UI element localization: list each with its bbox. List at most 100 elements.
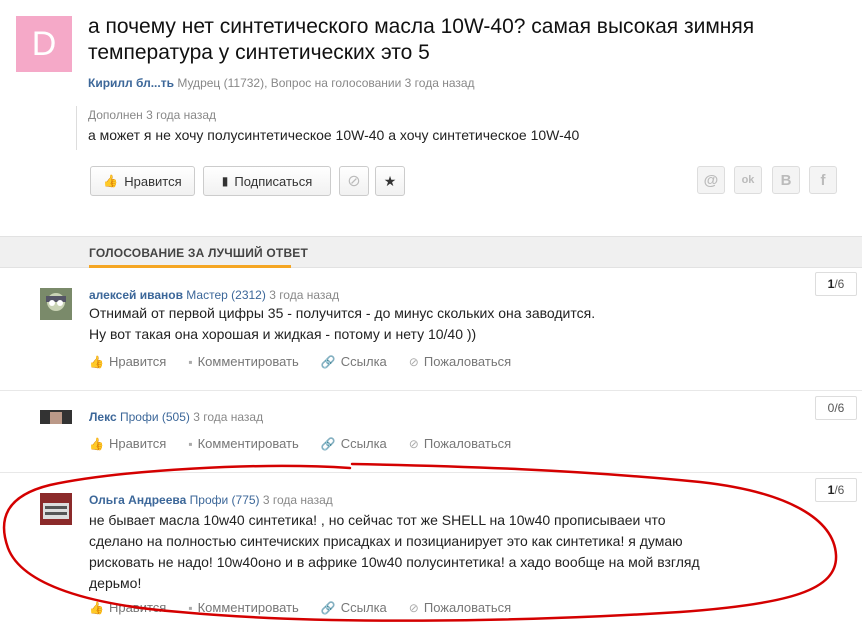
answer-line: Ну вот такая она хорошая и жидкая - пото… <box>89 326 477 342</box>
share-mail-button[interactable]: @ <box>697 166 725 194</box>
vote-counter[interactable]: 1/6 <box>815 478 857 502</box>
action-label: Пожаловаться <box>423 600 512 615</box>
answer-line: Отнимай от первой цифры 35 - получится -… <box>89 305 596 321</box>
answer-comment-button[interactable]: ▪ Комментировать <box>188 436 298 451</box>
answer-comment-button[interactable]: ▪ Комментировать <box>188 354 298 369</box>
avatar-image <box>40 288 72 320</box>
action-label: Ссылка <box>340 354 387 369</box>
facebook-icon: f <box>820 171 826 189</box>
comment-icon: ▪ <box>188 600 193 615</box>
link-icon: 🔗 <box>320 600 336 615</box>
voting-section-header: Голосование за лучший ответ <box>0 236 862 268</box>
thumbs-up-icon: 👍 <box>103 174 119 188</box>
thumbs-up-icon: 👍 <box>89 436 104 451</box>
question-meta: Кирилл бл...ть Мудрец (11732), Вопрос на… <box>88 76 475 90</box>
link-icon: 🔗 <box>320 436 336 451</box>
answer-line: рисковать не надо! 10w40оно и в африке 1… <box>89 554 700 570</box>
addition-text: а может я не хочу полусинтетическое 10W-… <box>88 127 580 143</box>
answer-line: дерьмо! <box>89 575 142 591</box>
vote-counter[interactable]: 1/6 <box>815 272 857 296</box>
question-author-avatar[interactable]: D <box>16 16 72 72</box>
bookmark-icon: ▮ <box>221 174 229 188</box>
link-icon: 🔗 <box>320 354 336 369</box>
answer-text: Отнимай от первой цифры 35 - получится -… <box>89 303 595 345</box>
answer-text: не бывает масла 10w40 синтетика! , но се… <box>89 510 700 594</box>
answer-actions: 👍 Нравится ▪ Комментировать 🔗 Ссылка ⊘ Пожал… <box>89 354 533 369</box>
answer-header: Ольга Андреева Профи (775) 3 года назад <box>89 493 333 507</box>
vote-total: /6 <box>834 401 845 415</box>
report-icon: ⊘ <box>408 436 419 451</box>
answer-header: Лекс Профи (505) 3 года назад <box>89 410 263 424</box>
answer-author[interactable]: Лекс <box>89 410 117 424</box>
vk-icon: B <box>780 171 792 189</box>
addition-label: Дополнен 3 года назад <box>88 108 216 122</box>
action-label: Пожаловаться <box>423 354 512 369</box>
vote-total: /6 <box>834 277 845 291</box>
answer-link-button[interactable]: 🔗 Ссылка <box>321 436 387 451</box>
ban-button[interactable]: ⊘ <box>339 166 369 196</box>
vote-count: 1 <box>827 483 835 497</box>
avatar[interactable] <box>40 410 72 424</box>
avatar-image <box>40 410 72 424</box>
section-underline <box>89 265 291 268</box>
answer-author[interactable]: алексей иванов <box>89 288 183 302</box>
subscribe-button[interactable]: ▮ Подписаться <box>203 166 331 196</box>
comment-icon: ▪ <box>188 354 193 369</box>
answer-author[interactable]: Ольга Андреева <box>89 493 186 507</box>
like-button[interactable]: 👍 Нравится <box>90 166 195 196</box>
action-label: Комментировать <box>197 436 299 451</box>
answer-like-button[interactable]: 👍 Нравится <box>89 600 166 615</box>
answer-comment-button[interactable]: ▪ Комментировать <box>188 600 298 615</box>
vote-count: 1 <box>827 277 835 291</box>
vote-count: 0 <box>827 401 835 415</box>
avatar-image <box>40 493 72 525</box>
action-label: Ссылка <box>340 600 387 615</box>
share-vk-button[interactable]: B <box>772 166 800 194</box>
report-icon: ⊘ <box>408 354 419 369</box>
answer-like-button[interactable]: 👍 Нравится <box>89 354 166 369</box>
answer-report-button[interactable]: ⊘ Пожаловаться <box>409 436 511 451</box>
answer-line: не бывает масла 10w40 синтетика! , но се… <box>89 512 666 528</box>
thumbs-up-icon: 👍 <box>89 354 104 369</box>
answer-actions: 👍 Нравится ▪ Комментировать 🔗 Ссылка ⊘ Пожал… <box>89 600 533 615</box>
answer-link-button[interactable]: 🔗 Ссылка <box>321 354 387 369</box>
action-label: Нравится <box>108 436 167 451</box>
answer-actions: 👍 Нравится ▪ Комментировать 🔗 Ссылка ⊘ Пожал… <box>89 436 533 451</box>
divider <box>0 472 862 473</box>
answer-header: алексей иванов Мастер (2312) 3 года наза… <box>89 288 339 302</box>
answer-rank: Профи (505) <box>119 410 190 424</box>
favorite-button[interactable]: ★ <box>375 166 405 196</box>
vote-counter[interactable]: 0/6 <box>815 396 857 420</box>
question-title: а почему нет синтетического масла 10W-40… <box>88 15 755 64</box>
answer-report-button[interactable]: ⊘ Пожаловаться <box>409 600 511 615</box>
answer-line: сделано на полностью синтечиских присадк… <box>89 533 683 549</box>
question-author-link[interactable]: Кирилл бл...ть <box>88 76 174 90</box>
answer-like-button[interactable]: 👍 Нравится <box>89 436 166 451</box>
avatar[interactable] <box>40 288 72 320</box>
action-label: Нравится <box>108 354 167 369</box>
share-ok-button[interactable]: ok <box>734 166 762 194</box>
question-meta-text: Мудрец (11732), Вопрос на голосовании 3 … <box>177 76 475 90</box>
action-label: Ссылка <box>340 436 387 451</box>
comment-icon: ▪ <box>188 436 193 451</box>
answer-report-button[interactable]: ⊘ Пожаловаться <box>409 354 511 369</box>
like-label: Нравится <box>124 173 182 189</box>
avatar[interactable] <box>40 493 72 525</box>
action-label: Пожаловаться <box>423 436 512 451</box>
action-label: Нравится <box>108 600 167 615</box>
divider <box>0 390 862 391</box>
action-label: Комментировать <box>197 600 299 615</box>
question-addition: Дополнен 3 года назад а может я не хочу … <box>76 106 579 150</box>
action-label: Комментировать <box>197 354 299 369</box>
ban-icon: ⊘ <box>347 173 361 190</box>
answer-time: 3 года назад <box>193 410 264 424</box>
answer-time: 3 года назад <box>262 493 333 507</box>
subscribe-label: Подписаться <box>234 173 313 189</box>
vote-total: /6 <box>834 483 845 497</box>
voting-section-title: Голосование за лучший ответ <box>89 246 309 260</box>
mail-icon: @ <box>703 171 719 189</box>
answer-rank: Мастер (2312) <box>186 288 266 302</box>
share-fb-button[interactable]: f <box>809 166 837 194</box>
answer-link-button[interactable]: 🔗 Ссылка <box>321 600 387 615</box>
report-icon: ⊘ <box>408 600 419 615</box>
